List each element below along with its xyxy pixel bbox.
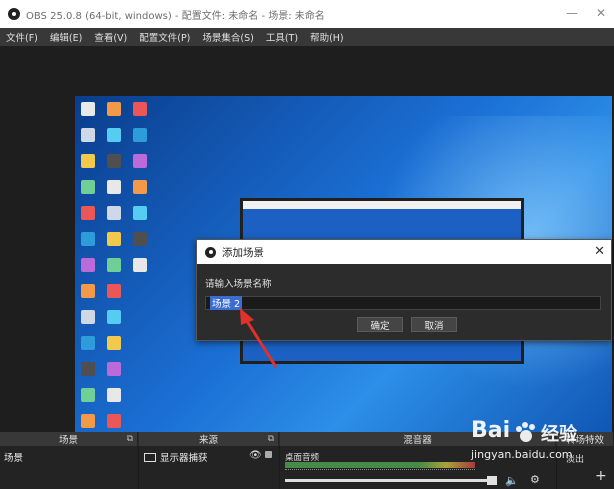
watermark-url: jingyan.baidu.com bbox=[471, 448, 573, 461]
desktop-icon bbox=[133, 154, 147, 168]
minimize-button[interactable]: — bbox=[566, 6, 578, 20]
ok-button[interactable]: 确定 bbox=[357, 317, 403, 332]
scene-name-input[interactable]: 场景 2 bbox=[205, 296, 601, 310]
watermark-brand2: 经验 bbox=[541, 424, 577, 445]
menu-file[interactable]: 文件(F) bbox=[0, 30, 44, 44]
add-scene-dialog: 添加场景 ✕ 请输入场景名称 场景 2 确定 取消 bbox=[196, 239, 612, 341]
desktop-icon bbox=[81, 284, 95, 298]
desktop-icons bbox=[79, 100, 151, 460]
desktop-icon bbox=[81, 206, 95, 220]
eye-icon[interactable]: 👁 bbox=[249, 450, 262, 461]
dialog-close-button[interactable]: ✕ bbox=[594, 244, 605, 259]
desktop-icon bbox=[133, 206, 147, 220]
dialog-title: 添加场景 bbox=[222, 246, 264, 259]
cancel-button[interactable]: 取消 bbox=[411, 317, 457, 332]
desktop-icon bbox=[133, 232, 147, 246]
dialog-title-bar: 添加场景 ✕ bbox=[197, 240, 611, 264]
desktop-icon bbox=[81, 180, 95, 194]
desktop-icon bbox=[107, 206, 121, 220]
monitor-icon bbox=[144, 452, 156, 462]
desktop-icon bbox=[107, 102, 121, 116]
title-bar: OBS 25.0.8 (64-bit, windows) - 配置文件: 未命名… bbox=[0, 0, 614, 28]
menu-view[interactable]: 查看(V) bbox=[88, 30, 133, 44]
desktop-icon bbox=[107, 414, 121, 428]
desktop-icon bbox=[81, 154, 95, 168]
menu-help[interactable]: 帮助(H) bbox=[304, 30, 350, 44]
desktop-icon bbox=[81, 414, 95, 428]
desktop-icon bbox=[107, 362, 121, 376]
desktop-icon bbox=[131, 386, 151, 408]
desktop-icon bbox=[107, 284, 121, 298]
desktop-icon bbox=[81, 362, 95, 376]
desktop-icon bbox=[81, 336, 95, 350]
desktop-icon bbox=[131, 282, 151, 304]
sources-dock-header: 来源 ⧉ bbox=[139, 432, 279, 446]
meter-ticks bbox=[285, 469, 475, 475]
desktop-icon bbox=[133, 102, 147, 116]
desktop-icon bbox=[81, 258, 95, 272]
volume-slider-knob[interactable] bbox=[487, 476, 497, 485]
desktop-icon bbox=[133, 180, 147, 194]
desktop-icon bbox=[133, 258, 147, 272]
desktop-icon bbox=[107, 310, 121, 324]
menu-profile[interactable]: 配置文件(P) bbox=[133, 30, 196, 44]
desktop-icon bbox=[81, 388, 95, 402]
lock-icon[interactable] bbox=[265, 451, 272, 458]
dialog-prompt: 请输入场景名称 bbox=[205, 279, 272, 290]
desktop-icon bbox=[81, 128, 95, 142]
source-label: 显示器捕获 bbox=[160, 453, 208, 464]
volume-slider[interactable] bbox=[285, 479, 495, 482]
scene-name-value: 场景 2 bbox=[210, 296, 243, 310]
watermark: Bai 经验 jingyan.baidu.com bbox=[465, 418, 605, 476]
desktop-icon bbox=[107, 336, 121, 350]
popout-icon[interactable]: ⧉ bbox=[268, 434, 274, 444]
close-window-button[interactable]: ✕ bbox=[596, 6, 606, 20]
volume-meter bbox=[285, 462, 475, 468]
source-item[interactable]: 显示器捕获 bbox=[144, 450, 208, 464]
desktop-icon bbox=[81, 310, 95, 324]
scenes-dock-header: 场景 ⧉ bbox=[0, 432, 138, 446]
obs-logo-icon bbox=[205, 246, 216, 258]
watermark-brand: Bai bbox=[471, 418, 511, 443]
desktop-icon bbox=[131, 334, 151, 356]
obs-logo-icon bbox=[8, 8, 20, 20]
popout-icon[interactable]: ⧉ bbox=[127, 434, 133, 444]
scene-item[interactable]: 场景 bbox=[4, 450, 23, 464]
menu-scene-collection[interactable]: 场景集合(S) bbox=[196, 30, 259, 44]
paw-icon bbox=[516, 422, 535, 442]
desktop-icon bbox=[81, 232, 95, 246]
desktop-icon bbox=[107, 154, 121, 168]
desktop-icon bbox=[81, 102, 95, 116]
desktop-icon bbox=[131, 360, 151, 382]
desktop-icon bbox=[131, 412, 151, 434]
desktop-icon bbox=[107, 128, 121, 142]
menu-edit[interactable]: 编辑(E) bbox=[44, 30, 88, 44]
desktop-icon bbox=[133, 128, 147, 142]
desktop-icon bbox=[107, 180, 121, 194]
desktop-icon bbox=[107, 232, 121, 246]
window-title: OBS 25.0.8 (64-bit, windows) - 配置文件: 未命名… bbox=[26, 10, 325, 22]
desktop-icon bbox=[131, 308, 151, 330]
desktop-icon bbox=[107, 258, 121, 272]
menu-bar: 文件(F) 编辑(E) 查看(V) 配置文件(P) 场景集合(S) 工具(T) … bbox=[0, 28, 614, 46]
desktop-icon bbox=[107, 388, 121, 402]
menu-tools[interactable]: 工具(T) bbox=[260, 30, 304, 44]
